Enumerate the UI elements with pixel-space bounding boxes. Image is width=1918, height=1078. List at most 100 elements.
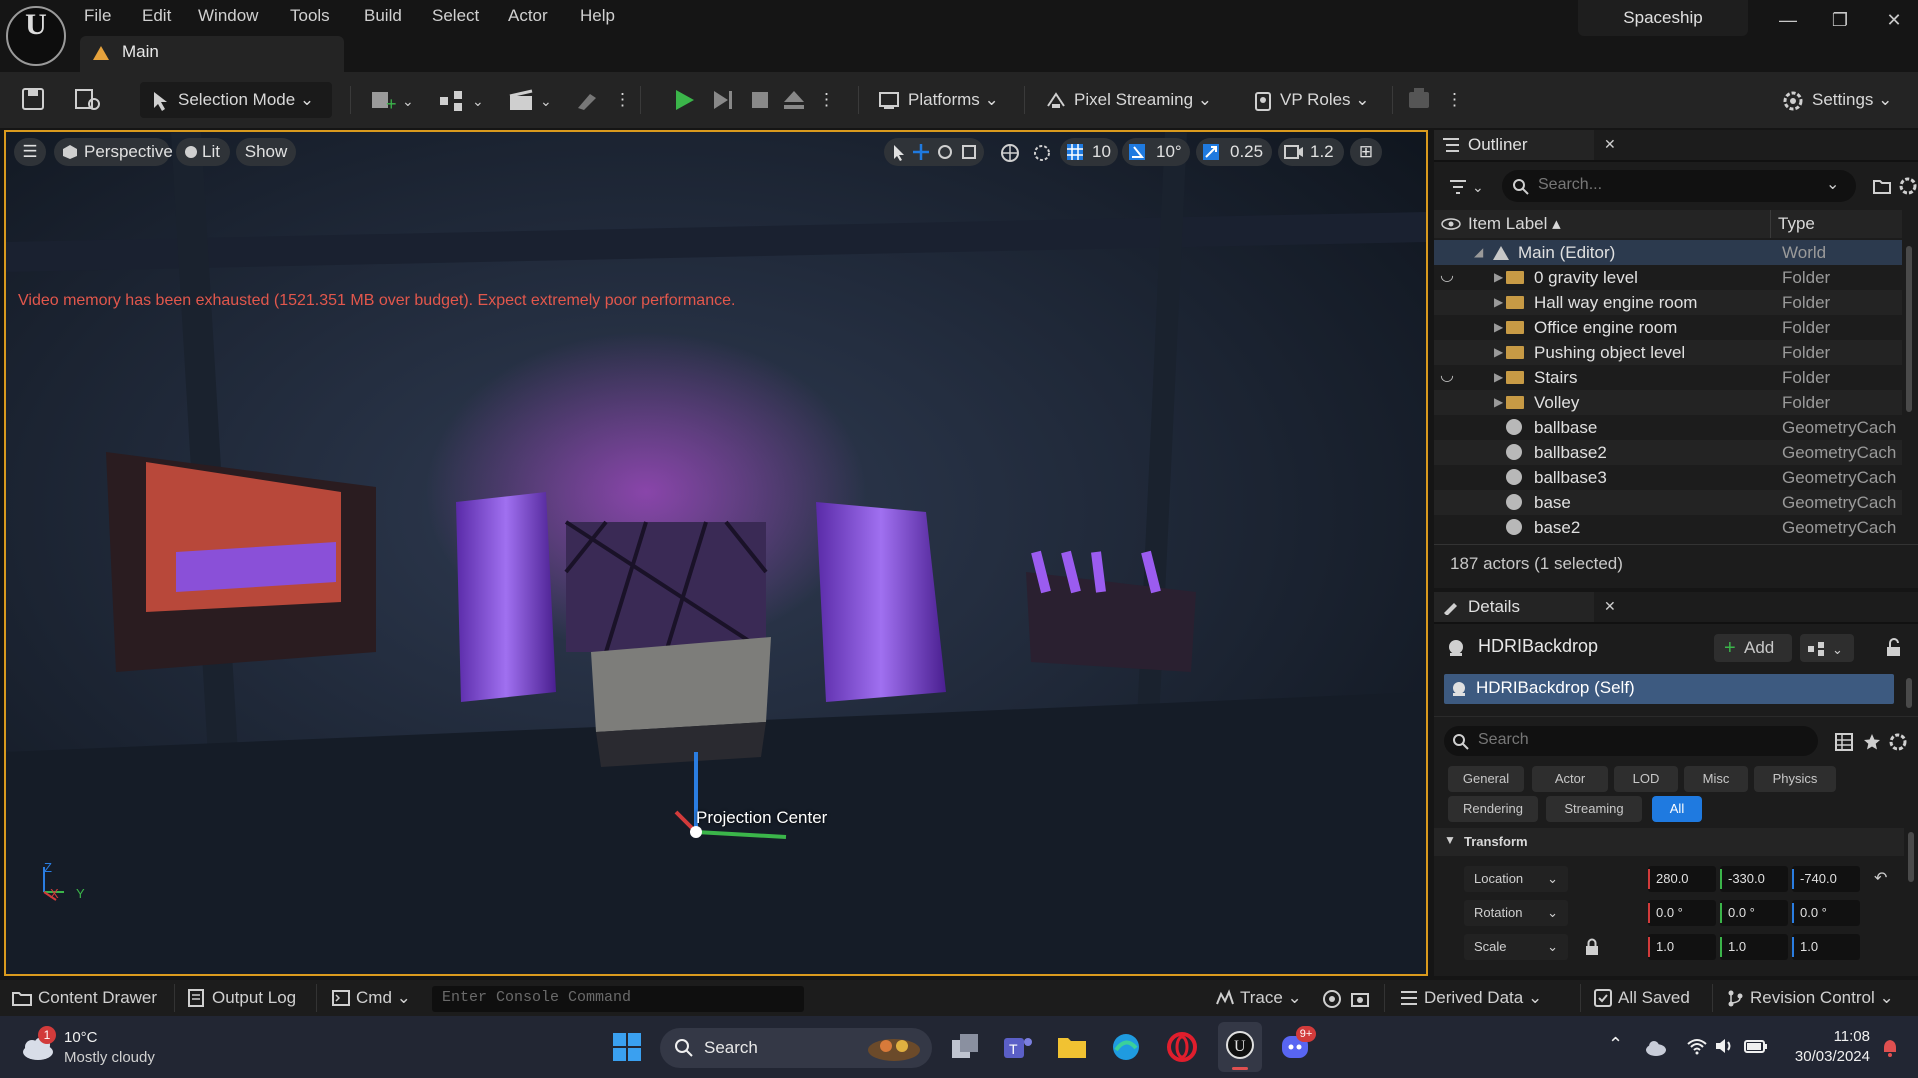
details-close-icon[interactable]: ✕	[1604, 598, 1616, 615]
expand-arrow-icon[interactable]: ▶	[1494, 315, 1503, 340]
component-self-row[interactable]: HDRIBackdrop (Self)	[1444, 674, 1894, 704]
expand-arrow-icon[interactable]: ▶	[1494, 290, 1503, 315]
category-all[interactable]: All	[1652, 796, 1702, 822]
task-view-icon[interactable]	[950, 1032, 982, 1062]
tree-row-main-editor[interactable]: ◢ Main (Editor) World	[1434, 240, 1902, 265]
file-explorer-icon[interactable]	[1056, 1032, 1088, 1062]
grid-snap-button[interactable]: 10	[1060, 138, 1118, 166]
expand-arrow-icon[interactable]: ▶	[1494, 365, 1503, 390]
tree-row-folder[interactable]: ◡ ▶ Stairs Folder	[1434, 365, 1902, 390]
unreal-taskbar-item[interactable]: U	[1218, 1022, 1262, 1072]
restore-icon[interactable]: ❐	[1820, 8, 1860, 32]
show-hidden-icons[interactable]: ⌃	[1608, 1034, 1623, 1055]
outliner-close-icon[interactable]: ✕	[1604, 136, 1616, 153]
lit-button[interactable]: Lit	[176, 138, 230, 166]
scale-y-field[interactable]: 1.0	[1720, 934, 1788, 960]
menu-help[interactable]: Help	[580, 4, 615, 28]
menu-actor[interactable]: Actor	[508, 4, 548, 28]
category-actor[interactable]: Actor	[1532, 766, 1608, 792]
details-settings-icon[interactable]	[1888, 732, 1908, 752]
modeling-icon[interactable]	[574, 88, 600, 114]
visibility-eye-icon[interactable]	[1440, 217, 1462, 231]
output-log-button[interactable]: Output Log	[188, 986, 296, 1010]
table-view-icon[interactable]	[1834, 732, 1854, 752]
tree-row-folder[interactable]: ▶ Volley Folder	[1434, 390, 1902, 415]
minimize-icon[interactable]: —	[1768, 8, 1808, 32]
rotation-x-field[interactable]: 0.0 °	[1648, 900, 1716, 926]
scale-snap-button[interactable]: 0.25	[1196, 138, 1272, 166]
rotation-y-field[interactable]: 0.0 °	[1720, 900, 1788, 926]
show-button[interactable]: Show	[236, 138, 296, 166]
components-scrollbar[interactable]	[1906, 678, 1912, 708]
transform-section-header[interactable]: ▼ Transform	[1434, 828, 1904, 856]
add-actor-icon[interactable]: + ⌄	[370, 88, 414, 114]
record-icon[interactable]	[1322, 989, 1342, 1009]
lock-open-icon[interactable]	[1884, 638, 1904, 658]
trace-dropdown[interactable]: Trace ⌄	[1216, 986, 1302, 1010]
teams-icon[interactable]: T	[1002, 1032, 1034, 1062]
rotation-z-field[interactable]: 0.0 °	[1792, 900, 1860, 926]
scale-x-field[interactable]: 1.0	[1648, 934, 1716, 960]
blueprint-icon[interactable]: ⌄	[438, 88, 486, 114]
column-type[interactable]: Type	[1778, 214, 1815, 234]
weather-widget[interactable]: 1 10°C Mostly cloudy	[20, 1026, 180, 1068]
menu-window[interactable]: Window	[198, 4, 258, 28]
tree-row-actor[interactable]: ballbase2 GeometryCach	[1434, 440, 1902, 465]
location-y-field[interactable]: -330.0	[1720, 866, 1788, 892]
stop-icon[interactable]	[746, 86, 774, 114]
volume-icon[interactable]	[1714, 1036, 1736, 1056]
add-folder-icon[interactable]	[1872, 176, 1892, 196]
favorite-star-icon[interactable]	[1862, 732, 1882, 752]
tree-row-actor[interactable]: base GeometryCach	[1434, 490, 1902, 515]
reset-to-default-icon[interactable]: ↶	[1874, 868, 1887, 888]
screenshot-icon[interactable]	[1350, 989, 1370, 1009]
all-saved-button[interactable]: All Saved	[1594, 986, 1690, 1010]
advance-frame-icon[interactable]	[708, 86, 736, 114]
vp-roles-dropdown[interactable]: VP Roles ⌄	[1252, 82, 1378, 118]
tab-main[interactable]: Main	[80, 36, 344, 72]
tree-row-folder[interactable]: ◡ ▶ 0 gravity level Folder	[1434, 265, 1902, 290]
viewport-menu-icon[interactable]: ☰	[14, 138, 46, 166]
revision-control-dropdown[interactable]: Revision Control ⌄	[1726, 986, 1894, 1010]
add-component-button[interactable]: + Add	[1714, 634, 1792, 662]
console-command-input[interactable]: Enter Console Command	[432, 986, 804, 1012]
menu-build[interactable]: Build	[364, 4, 402, 28]
category-misc[interactable]: Misc	[1684, 766, 1748, 792]
save-icon[interactable]	[20, 86, 46, 112]
discord-taskbar-item[interactable]: 9+	[1276, 1026, 1316, 1070]
eject-icon[interactable]	[780, 86, 808, 114]
toolbar-more-icon[interactable]: ⋮	[1446, 82, 1463, 118]
hidden-eye-icon[interactable]: ◡	[1440, 363, 1454, 388]
taskbar-search[interactable]: Search	[660, 1028, 932, 1068]
scale-z-field[interactable]: 1.0	[1792, 934, 1860, 960]
disabled-plugin-icon[interactable]	[1406, 86, 1434, 114]
scale-mode-dropdown[interactable]: Scale ⌄	[1464, 934, 1568, 960]
hidden-eye-icon[interactable]: ◡	[1440, 263, 1454, 288]
category-streaming[interactable]: Streaming	[1546, 796, 1642, 822]
location-mode-dropdown[interactable]: Location ⌄	[1464, 866, 1568, 892]
outliner-tab[interactable]: Outliner ✕	[1434, 130, 1616, 160]
opera-icon[interactable]	[1166, 1032, 1198, 1062]
category-physics[interactable]: Physics	[1754, 766, 1836, 792]
tree-row-folder[interactable]: ▶ Pushing object level Folder	[1434, 340, 1902, 365]
tree-row-actor[interactable]: ballbase GeometryCach	[1434, 415, 1902, 440]
derived-data-dropdown[interactable]: Derived Data ⌄	[1400, 986, 1542, 1010]
cinematics-icon[interactable]: ⌄	[508, 88, 554, 114]
windows-start-icon[interactable]	[612, 1032, 642, 1062]
blueprint-dropdown[interactable]: ⌄	[1800, 634, 1854, 662]
cmd-dropdown[interactable]: Cmd ⌄	[332, 986, 411, 1010]
wifi-icon[interactable]	[1686, 1036, 1708, 1056]
onedrive-icon[interactable]	[1644, 1036, 1668, 1058]
perspective-button[interactable]: Perspective	[54, 138, 173, 166]
browse-content-icon[interactable]	[74, 86, 102, 112]
clock-time[interactable]: 11:08	[1810, 1028, 1870, 1045]
tree-row-actor[interactable]: ballbase3 GeometryCach	[1434, 465, 1902, 490]
lock-icon[interactable]	[1584, 938, 1600, 956]
details-scrollbar[interactable]	[1908, 832, 1914, 882]
rotation-snap-button[interactable]: 10°	[1122, 138, 1190, 166]
category-lod[interactable]: LOD	[1614, 766, 1678, 792]
tree-row-folder[interactable]: ▶ Hall way engine room Folder	[1434, 290, 1902, 315]
edge-icon[interactable]	[1110, 1032, 1142, 1062]
expand-arrow-icon[interactable]: ▶	[1494, 390, 1503, 415]
location-z-field[interactable]: -740.0	[1792, 866, 1860, 892]
